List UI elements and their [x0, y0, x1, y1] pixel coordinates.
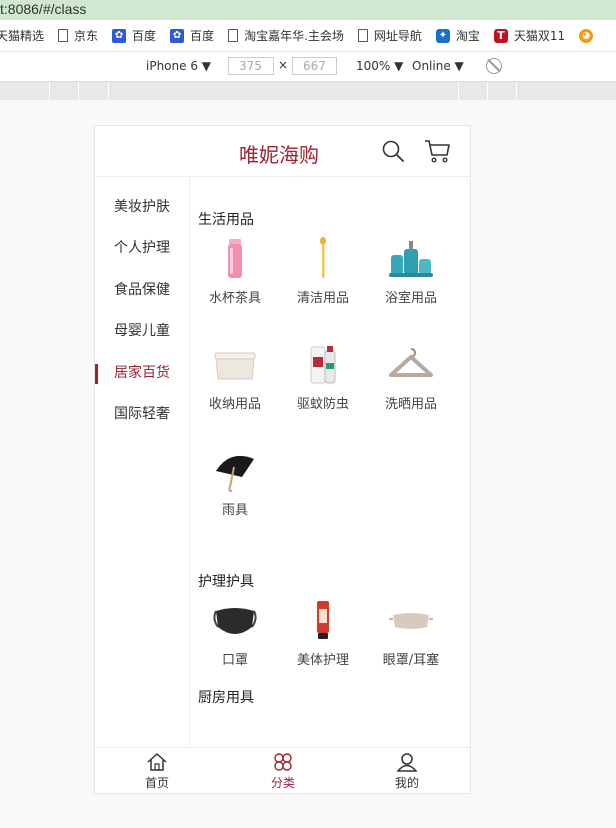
- tab-label: 分类: [270, 776, 295, 790]
- repellent-icon: [279, 339, 367, 389]
- device-toolbar: iPhone 6 ▼ 375 × 667 100% ▼ Online ▼: [0, 52, 616, 82]
- bookmark-extra[interactable]: ◕: [579, 28, 599, 43]
- grid-item[interactable]: 口罩: [191, 595, 279, 701]
- app-logo[interactable]: 唯妮海购: [239, 139, 319, 168]
- bookmark-baidu-1[interactable]: ✿ 百度: [112, 27, 156, 44]
- bookmark-jd[interactable]: 京东: [58, 27, 98, 44]
- doc-icon: [357, 29, 368, 42]
- bookmarks-bar: 天猫精选 京东 ✿ 百度 ✿ 百度 淘宝嘉年华.主会场 网址导航 ✦ 淘宝 T 天猫双1…: [0, 20, 616, 52]
- cart-icon[interactable]: [424, 139, 450, 163]
- bookmark-nav[interactable]: 网址导航: [357, 27, 422, 44]
- grid-item[interactable]: 眼罩/耳塞: [367, 595, 455, 701]
- grid-item-label: 收纳用品: [208, 397, 261, 412]
- grid-item[interactable]: 雨具: [191, 445, 279, 551]
- doc-icon: [58, 29, 69, 42]
- tab-label: 首页: [144, 776, 169, 790]
- device-select[interactable]: iPhone 6 ▼: [146, 59, 211, 73]
- tab-category[interactable]: 分类: [243, 752, 323, 791]
- paw-icon: ✿: [112, 28, 127, 43]
- grid-item-label: 清洁用品: [296, 291, 349, 306]
- umbrella-icon: [191, 445, 279, 495]
- section-title: 护理护具: [198, 574, 254, 590]
- tmall-icon: T: [493, 28, 508, 43]
- grid-item-label: 眼罩/耳塞: [382, 653, 440, 668]
- doc-icon: [228, 29, 239, 42]
- grid-item-label: 水杯茶具: [208, 291, 261, 306]
- item-grid: 口罩 美体护理 眼罩/耳塞: [191, 595, 470, 701]
- star-icon: ✦: [435, 28, 450, 43]
- address-bar[interactable]: t:8086/#/class: [0, 0, 616, 20]
- grid-item[interactable]: 收纳用品: [191, 339, 279, 445]
- search-icon[interactable]: [382, 140, 404, 162]
- grid-item-label: 浴室用品: [384, 291, 437, 306]
- device-viewport: 唯妮海购 美妆护肤 个人护理 食品保健 母婴儿童 居家百货 国际轻奢 生活用品 …: [94, 125, 471, 794]
- tab-home[interactable]: 首页: [117, 752, 197, 791]
- grid-item-label: 口罩: [221, 653, 248, 668]
- tab-label: 我的: [394, 776, 419, 790]
- sidebar-item-beauty[interactable]: 美妆护肤: [95, 187, 189, 228]
- dimension-separator: ×: [278, 58, 289, 72]
- sidebar-item-home-goods[interactable]: 居家百货: [95, 353, 189, 394]
- sidebar-item-luxury[interactable]: 国际轻奢: [95, 394, 189, 435]
- app-header: 唯妮海购: [95, 126, 470, 177]
- mask-icon: [191, 595, 279, 645]
- grid-item-label: 驱蚊防虫: [296, 397, 349, 412]
- grid-item-label: 美体护理: [296, 653, 349, 668]
- section-title: 生活用品: [198, 212, 254, 228]
- tab-profile[interactable]: 我的: [367, 752, 447, 791]
- item-grid: 水杯茶具 清洁用品 浴室用品 收纳用品 驱蚊防虫 洗晒用品 雨具: [191, 233, 470, 551]
- bookmark-tmall-11[interactable]: T 天猫双11: [493, 27, 565, 44]
- rotate-icon[interactable]: [486, 58, 502, 74]
- grid-item[interactable]: 驱蚊防虫: [279, 339, 367, 445]
- height-input[interactable]: 667: [292, 57, 337, 75]
- grid-item-label: 雨具: [221, 503, 248, 518]
- sidebar-item-personal-care[interactable]: 个人护理: [95, 228, 189, 269]
- category-icon: [274, 753, 292, 771]
- grid-item[interactable]: 洗晒用品: [367, 339, 455, 445]
- grid-item[interactable]: 清洁用品: [279, 233, 367, 339]
- bath-set-icon: [367, 233, 455, 283]
- media-query-ruler: [0, 82, 616, 100]
- tube-icon: [279, 595, 367, 645]
- url-text: t:8086/#/class: [0, 1, 87, 17]
- hanger-icon: [367, 339, 455, 389]
- category-content: 生活用品 水杯茶具 清洁用品 浴室用品 收纳用品 驱蚊防虫 洗晒用品 雨具 护理…: [191, 177, 470, 747]
- category-sidebar: 美妆护肤 个人护理 食品保健 母婴儿童 居家百货 国际轻奢: [95, 177, 190, 747]
- zoom-select[interactable]: 100% ▼: [356, 59, 403, 73]
- grid-item[interactable]: 水杯茶具: [191, 233, 279, 339]
- home-icon: [147, 753, 167, 771]
- paw-icon: ✿: [170, 28, 185, 43]
- brush-icon: [279, 233, 367, 283]
- grid-item-label: 洗晒用品: [384, 397, 437, 412]
- grid-item[interactable]: 浴室用品: [367, 233, 455, 339]
- sidebar-item-baby[interactable]: 母婴儿童: [95, 311, 189, 352]
- storage-box-icon: [191, 339, 279, 389]
- extra-icon: ◕: [579, 28, 594, 43]
- sidebar-item-health-food[interactable]: 食品保健: [95, 270, 189, 311]
- bookmark-taobao-carnival[interactable]: 淘宝嘉年华.主会场: [228, 27, 344, 44]
- user-icon: [396, 753, 418, 772]
- eye-mask-icon: [367, 595, 455, 645]
- network-select[interactable]: Online ▼: [412, 59, 464, 73]
- bookmark-baidu-2[interactable]: ✿ 百度: [170, 27, 214, 44]
- grid-item[interactable]: 美体护理: [279, 595, 367, 701]
- bookmark-tmall-select[interactable]: 天猫精选: [0, 27, 44, 44]
- width-input[interactable]: 375: [228, 57, 274, 75]
- bottom-tab-bar: 首页 分类 我的: [95, 747, 470, 793]
- bookmark-taobao[interactable]: ✦ 淘宝: [435, 27, 480, 44]
- cup-icon: [191, 233, 279, 283]
